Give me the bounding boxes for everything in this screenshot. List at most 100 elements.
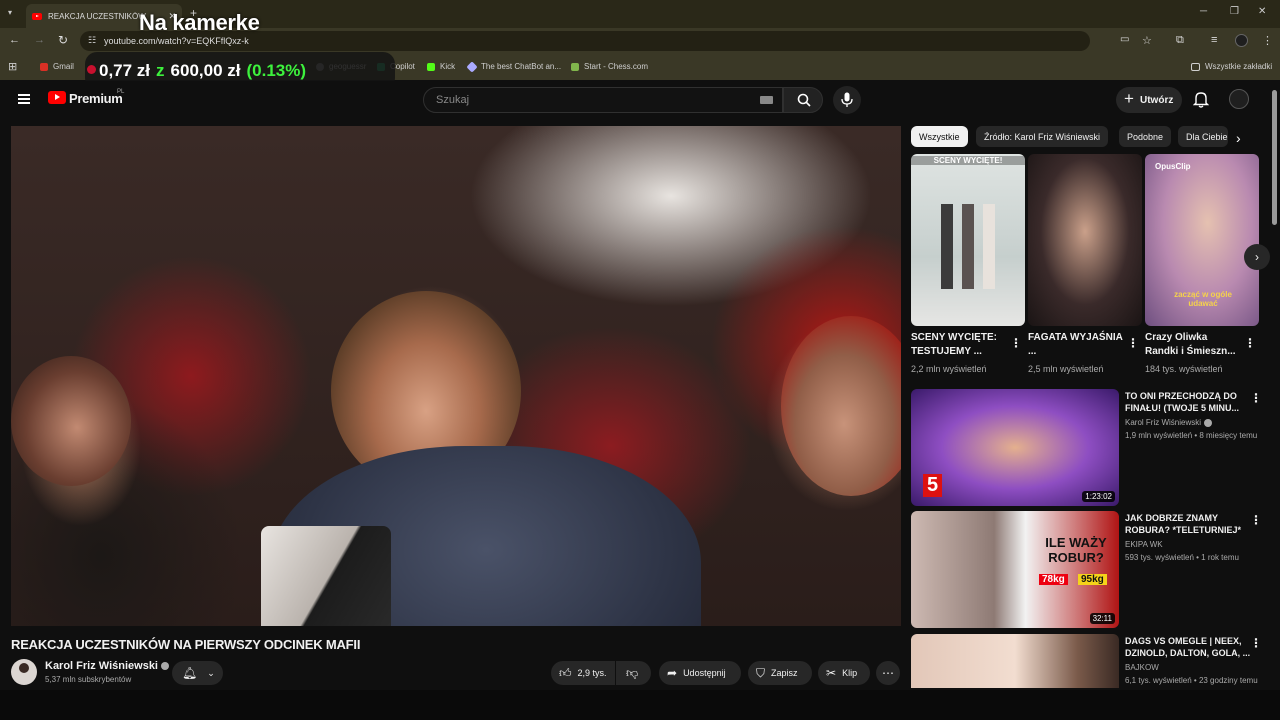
stream-overlay-title: Na kamerke xyxy=(139,10,260,35)
account-avatar[interactable] xyxy=(1229,89,1249,109)
related-meta-3: 6,1 tys. wyświetleń • 23 godziny temu xyxy=(1125,676,1258,685)
short-title-2[interactable]: FAGATA WYJAŚNIA ... xyxy=(1028,331,1124,359)
keyboard-icon[interactable] xyxy=(760,96,773,104)
back-icon[interactable]: ← xyxy=(9,34,20,46)
restore-icon[interactable]: ❐ xyxy=(1230,6,1239,17)
video-frame-person-left xyxy=(11,356,131,486)
create-button[interactable]: Utwórz xyxy=(1116,87,1182,113)
related-menu-icon-2[interactable]: ⋮ xyxy=(1250,513,1262,527)
bookmark-chatbot[interactable]: The best ChatBot an... xyxy=(466,60,561,73)
tab-title: REAKCJA UCZESTNIKÓW N xyxy=(48,11,148,21)
save-button[interactable]: ⛉ Zapisz xyxy=(748,661,812,685)
short-menu-icon-3[interactable]: ⋮ xyxy=(1244,336,1256,350)
apps-icon[interactable]: ⊞ xyxy=(8,60,17,73)
short-views-1: 2,2 mln wyświetleń xyxy=(911,364,987,374)
clip-button[interactable]: ✂ Klip xyxy=(818,661,870,685)
more-actions-button[interactable]: ⋯ xyxy=(876,661,900,685)
region-code: PL xyxy=(117,89,125,95)
minimize-icon[interactable]: ─ xyxy=(1200,6,1207,17)
tab-list-icon[interactable]: ▾ xyxy=(8,8,12,17)
related-channel-1[interactable]: Karol Friz Wiśniewski xyxy=(1125,418,1213,427)
short-menu-icon-2[interactable]: ⋮ xyxy=(1127,336,1139,350)
youtube-header: Premium PL Szukaj Utwórz xyxy=(0,81,1280,121)
subscriber-count: 5,37 mln subskrybentów xyxy=(45,675,132,684)
hamburger-menu-icon[interactable] xyxy=(18,94,30,104)
related-thumbnail-2[interactable]: ILE WAŻY ROBUR? 78kg 95kg 32:11 xyxy=(911,511,1119,628)
related-channel-3[interactable]: BAJKOW xyxy=(1125,663,1159,672)
forward-icon[interactable]: → xyxy=(34,34,45,46)
page-scrollbar[interactable] xyxy=(1272,90,1277,225)
site-info-icon[interactable]: ☷ xyxy=(88,35,96,46)
live-dot-icon xyxy=(87,65,96,74)
short-title-3[interactable]: Crazy Oliwka Randki i Śmieszn... xyxy=(1145,331,1241,359)
chip-source[interactable]: Źródło: Karol Friz Wiśniewski xyxy=(976,126,1109,147)
related-title-2[interactable]: JAK DOBRZE ZNAMY ROBURA? *TELETURNIEJ* xyxy=(1125,512,1255,536)
related-tag-1: 78kg xyxy=(1039,574,1068,585)
like-count: 2,9 tys. xyxy=(577,668,607,678)
chip-similar[interactable]: Podobne xyxy=(1119,126,1172,147)
logo-text[interactable]: Premium xyxy=(69,91,123,106)
thumbs-up-icon: 👍︎ xyxy=(559,665,572,680)
related-channel-2[interactable]: EKIPA WK xyxy=(1125,540,1163,549)
short-title-1[interactable]: SCENY WYCIĘTE: TESTUJEMY ... xyxy=(911,331,1007,359)
like-button[interactable]: 👍︎ 2,9 tys. xyxy=(551,661,615,685)
short-figures-1 xyxy=(941,204,1001,289)
channel-avatar[interactable] xyxy=(11,659,37,685)
related-menu-icon-3[interactable]: ⋮ xyxy=(1250,636,1262,650)
cast-icon[interactable]: ▭ xyxy=(1120,34,1129,45)
short-views-2: 2,5 mln wyświetleń xyxy=(1028,364,1104,374)
chevron-right-icon: › xyxy=(1255,250,1259,264)
donation-of: z xyxy=(156,61,165,80)
browser-menu-icon[interactable]: ⋮ xyxy=(1262,34,1273,47)
dislike-button[interactable]: 👎︎ xyxy=(616,661,651,685)
related-meta-2: 593 tys. wyświetleń • 1 rok temu xyxy=(1125,553,1239,562)
reading-list-icon[interactable]: ≡ xyxy=(1211,34,1217,46)
folder-icon xyxy=(1191,62,1200,71)
short-thumbnail-1[interactable]: SCENY WYCIĘTE! xyxy=(911,154,1025,326)
chevron-down-icon: ⌄ xyxy=(207,667,215,678)
related-meta-1: 1,9 mln wyświetleń • 8 miesięcy temu xyxy=(1125,431,1258,440)
close-window-icon[interactable]: ✕ xyxy=(1258,6,1266,17)
gmail-icon xyxy=(40,62,48,71)
related-thumbnail-3[interactable] xyxy=(911,634,1119,688)
youtube-logo-icon[interactable] xyxy=(48,91,66,104)
related-title-1[interactable]: TO ONI PRZECHODZĄ DO FINAŁU! (TWOJE 5 MI… xyxy=(1125,390,1255,414)
related-thumbnail-1[interactable]: 5 1:23:02 xyxy=(911,389,1119,506)
more-horizontal-icon: ⋯ xyxy=(882,666,894,680)
search-input[interactable]: Szukaj xyxy=(423,87,783,113)
all-bookmarks-folder[interactable]: Wszystkie zakładki xyxy=(1191,62,1272,71)
search-icon xyxy=(797,93,811,107)
profile-icon[interactable] xyxy=(1235,34,1248,47)
bookmark-gmail[interactable]: Gmail xyxy=(40,62,74,71)
chip-scroll-right-icon[interactable]: › xyxy=(1236,130,1241,146)
chess-icon xyxy=(571,62,579,71)
related-title-3[interactable]: DAGS VS OMEGLE | NEEX, DZINOLD, DALTON, … xyxy=(1125,635,1255,659)
video-player[interactable] xyxy=(11,126,901,626)
search-button[interactable] xyxy=(783,87,823,113)
youtube-favicon-icon xyxy=(32,12,42,20)
bookmark-chess[interactable]: Start - Chess.com xyxy=(571,62,648,71)
share-button[interactable]: ➦ Udostępnij xyxy=(659,661,741,685)
bookmark-star-icon[interactable]: ☆ xyxy=(1142,34,1152,47)
extensions-icon[interactable]: ⧉ xyxy=(1176,34,1184,47)
channel-name[interactable]: Karol Friz Wiśniewski xyxy=(45,660,169,672)
video-title: REAKCJA UCZESTNIKÓW NA PIERWSZY ODCINEK … xyxy=(11,637,361,652)
short-thumbnail-2[interactable] xyxy=(1028,154,1142,326)
notifications-bell-icon[interactable] xyxy=(1193,91,1209,108)
video-frame-person-right xyxy=(781,316,901,496)
short-menu-icon-1[interactable]: ⋮ xyxy=(1010,336,1022,350)
related-menu-icon-1[interactable]: ⋮ xyxy=(1250,391,1262,405)
short-views-3: 184 tys. wyświetleń xyxy=(1145,364,1223,374)
save-label: Zapisz xyxy=(771,668,798,678)
subscribe-bell-button[interactable]: 🔔︎ ⌄ xyxy=(172,661,223,685)
related-thumb-label-1: 5 xyxy=(923,474,943,497)
bell-icon: 🔔︎ xyxy=(182,666,198,680)
voice-search-button[interactable] xyxy=(833,86,861,114)
shorts-next-button[interactable]: › xyxy=(1244,244,1270,270)
reload-icon[interactable]: ↻ xyxy=(58,33,68,47)
chip-all[interactable]: Wszystkie xyxy=(911,126,968,147)
short-thumbnail-3[interactable]: OpusClip zacząć w ogóle udawać xyxy=(1145,154,1259,326)
donation-goal: 600,00 zł xyxy=(170,61,241,80)
chip-for-you[interactable]: Dla Ciebie xyxy=(1178,126,1228,147)
bookmark-kick[interactable]: Kick xyxy=(427,62,455,71)
